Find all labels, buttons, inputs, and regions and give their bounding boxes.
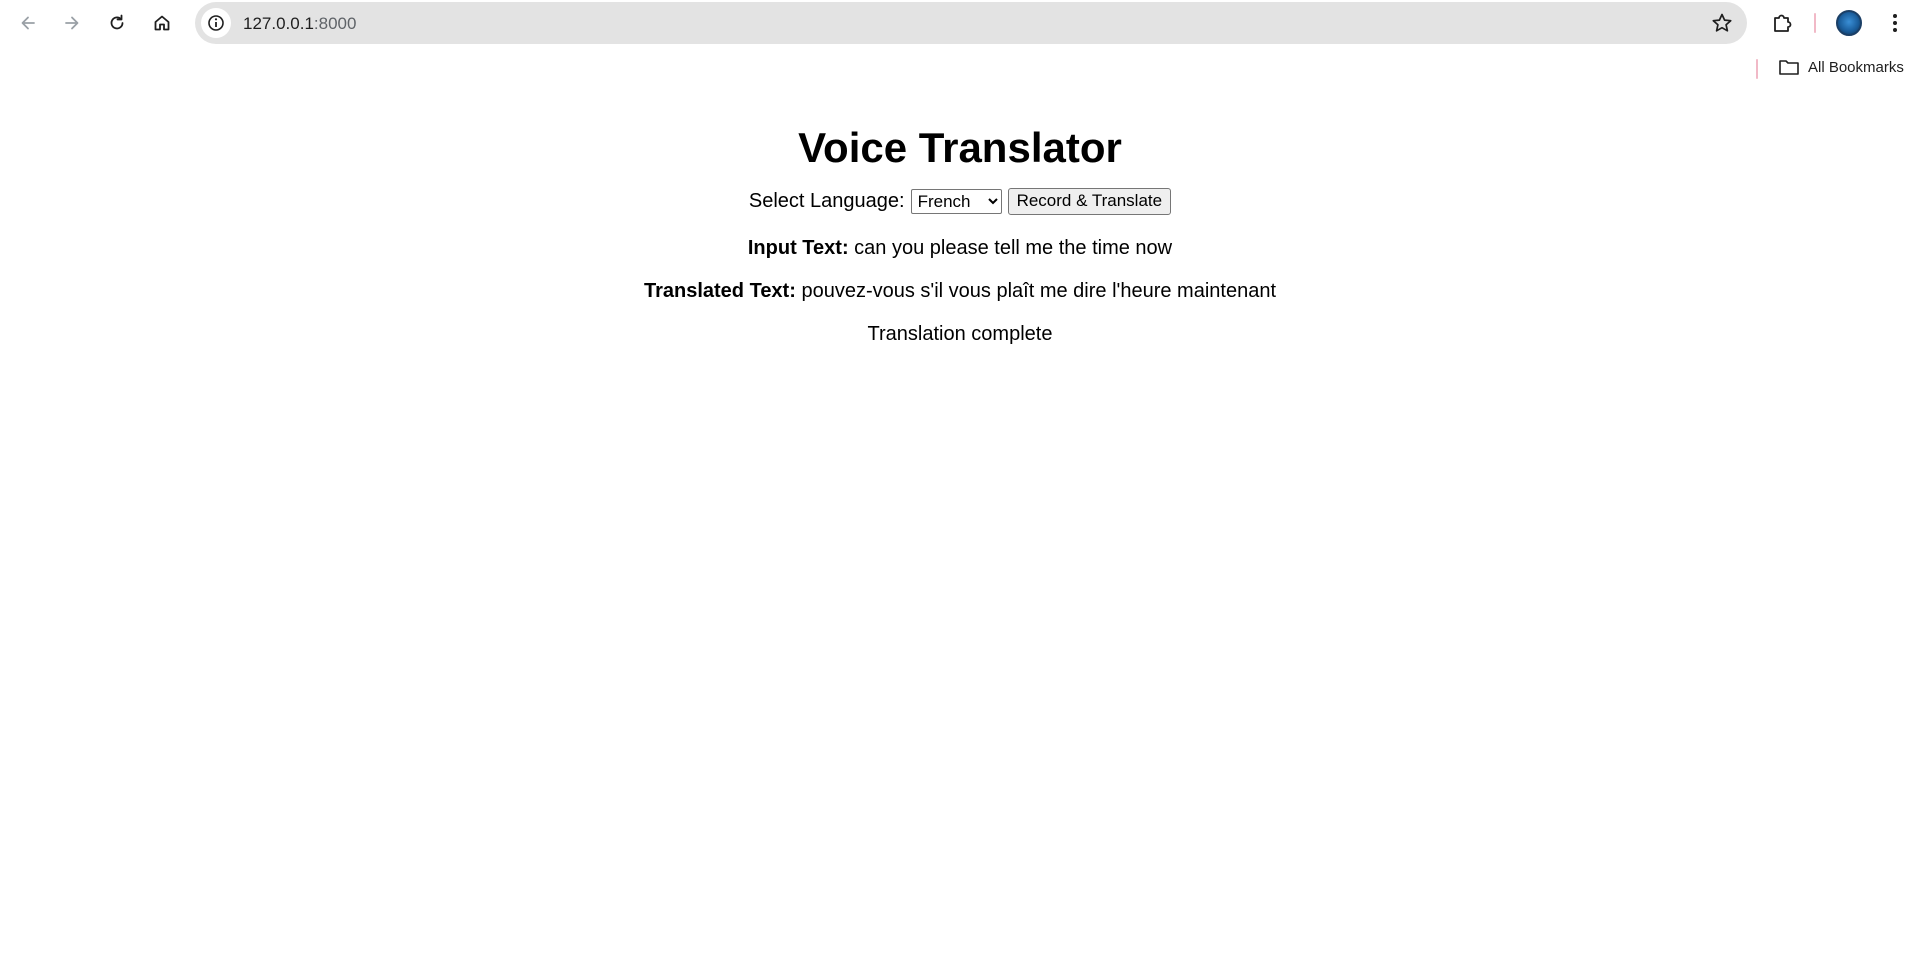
- status-text: Translation complete: [867, 323, 1053, 345]
- all-bookmarks-label: All Bookmarks: [1808, 58, 1904, 76]
- input-text-value: can you please tell me the time now: [854, 237, 1173, 259]
- site-info-button[interactable]: [201, 8, 231, 38]
- translated-text-row: Translated Text: pouvez-vous s'il vous p…: [0, 279, 1920, 303]
- home-button[interactable]: [147, 8, 177, 38]
- back-button[interactable]: [13, 8, 43, 38]
- input-text-row: Input Text: can you please tell me the t…: [0, 236, 1920, 260]
- bookmarks-divider: [1756, 59, 1758, 79]
- toolbar-divider: [1814, 13, 1816, 33]
- language-select[interactable]: French: [910, 188, 1002, 214]
- forward-button[interactable]: [57, 8, 87, 38]
- profile-avatar[interactable]: [1836, 10, 1862, 36]
- reload-button[interactable]: [102, 8, 132, 38]
- translated-text-label: Translated Text:: [643, 280, 796, 302]
- reload-icon: [110, 14, 124, 30]
- address-bar[interactable]: 127.0.0.1:8000: [195, 2, 1747, 44]
- extensions-button[interactable]: [1767, 8, 1797, 38]
- puzzle-icon: [1774, 14, 1792, 32]
- url-host: 127.0.0.1: [243, 14, 314, 33]
- menu-button[interactable]: [1880, 8, 1910, 38]
- record-translate-button[interactable]: Record & Translate: [1007, 187, 1172, 215]
- page-content: Voice Translator Select Language: French…: [0, 100, 1920, 346]
- language-label: Select Language:: [748, 189, 905, 212]
- folder-icon: [1779, 60, 1799, 75]
- url-text[interactable]: 127.0.0.1:8000: [243, 14, 356, 34]
- arrow-left-icon: [21, 16, 35, 30]
- bookmarks-bar: [0, 46, 1920, 92]
- url-port: :8000: [313, 14, 357, 33]
- info-icon: [208, 15, 224, 31]
- star-icon[interactable]: [1711, 12, 1733, 34]
- kebab-menu-icon: [1893, 14, 1897, 32]
- input-text-label: Input Text:: [747, 237, 849, 259]
- all-bookmarks-button[interactable]: All Bookmarks: [1778, 58, 1904, 76]
- translated-text-value: pouvez-vous s'il vous plaît me dire l'he…: [801, 280, 1277, 302]
- translate-controls: Select Language: French Record & Transla…: [0, 186, 1920, 216]
- arrow-right-icon: [65, 16, 79, 30]
- page-title: Voice Translator: [798, 124, 1122, 171]
- browser-toolbar: 127.0.0.1:8000: [0, 0, 1920, 46]
- home-icon: [154, 15, 170, 31]
